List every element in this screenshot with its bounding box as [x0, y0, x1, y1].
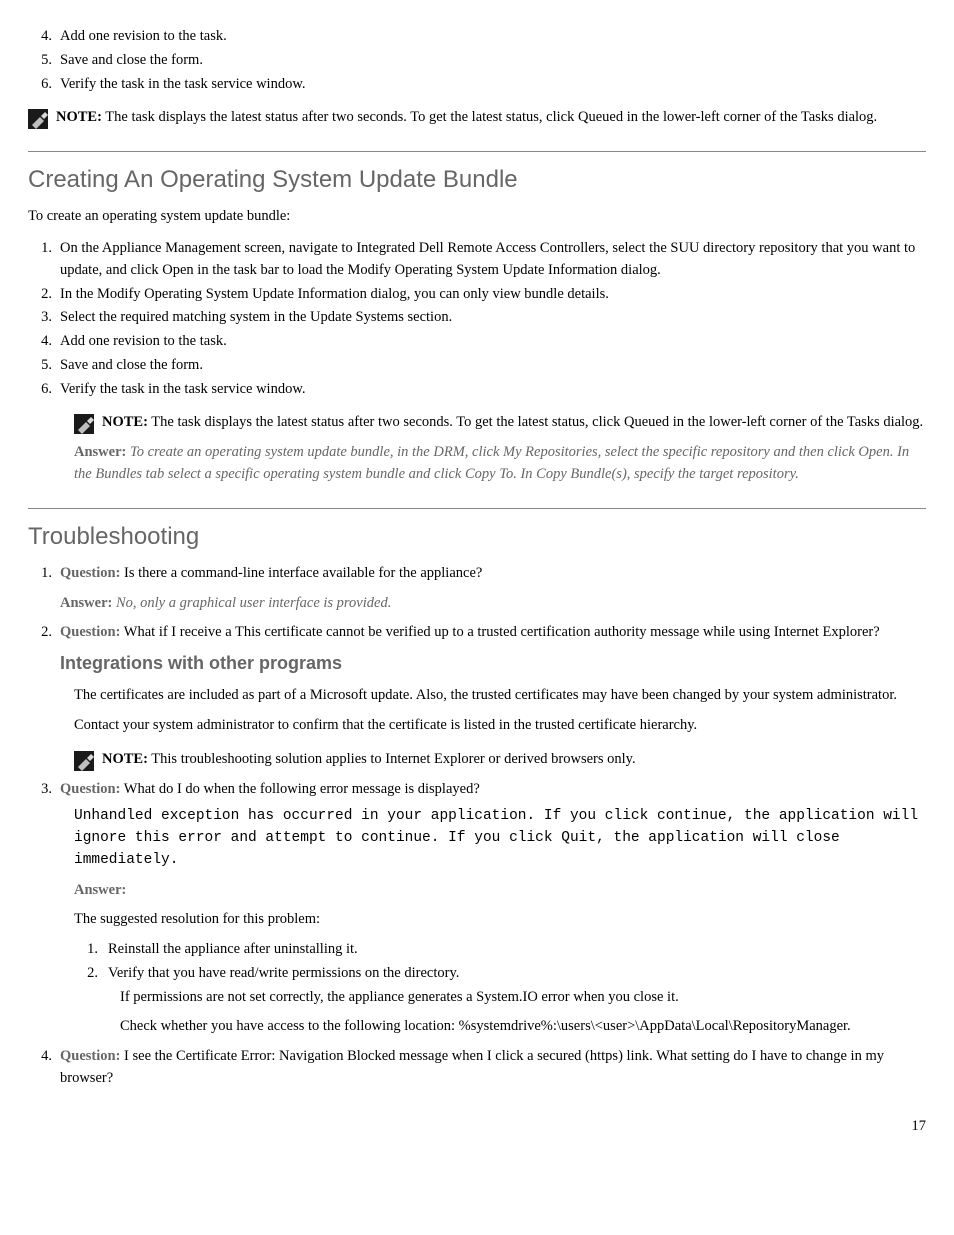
- note-icon: [74, 414, 94, 434]
- step-number: 5.: [28, 355, 60, 377]
- resolution-text: Verify that you have read/write permissi…: [108, 963, 926, 985]
- step-item: 6. Verify the task in the task service w…: [28, 379, 926, 401]
- resolution-number: 2.: [74, 963, 108, 985]
- step-text: On the Appliance Management screen, navi…: [60, 238, 926, 282]
- section-heading-troubleshooting: Troubleshooting: [28, 523, 926, 551]
- step-number: 4.: [28, 331, 60, 353]
- resolution-number: 1.: [74, 939, 108, 961]
- question-label: Question:: [60, 1048, 120, 1064]
- section-divider: [28, 151, 926, 152]
- section-divider: [28, 508, 926, 509]
- step-text: Save and close the form.: [60, 50, 926, 72]
- page-number: 17: [28, 1118, 926, 1135]
- note-text: NOTE: The task displays the latest statu…: [102, 412, 926, 434]
- note-body: The task displays the latest status afte…: [151, 414, 923, 430]
- note-block: NOTE: The task displays the latest statu…: [28, 107, 926, 129]
- step-text: Add one revision to the task.: [60, 331, 926, 353]
- answer-label: Answer:: [60, 595, 112, 611]
- step-item: 4. Add one revision to the task.: [28, 331, 926, 353]
- question-number: 3.: [28, 779, 60, 801]
- step-text: Verify the task in the task service wind…: [60, 74, 926, 96]
- question-item: 4. Question: I see the Certificate Error…: [28, 1046, 926, 1090]
- answer-paragraph: If permissions are not set correctly, th…: [120, 987, 926, 1009]
- step-number: 6.: [28, 379, 60, 401]
- note-text: NOTE: The task displays the latest statu…: [56, 107, 926, 129]
- note-label: NOTE:: [102, 751, 148, 767]
- section-intro: To create an operating system update bun…: [28, 206, 926, 228]
- question-item: 3. Question: What do I do when the follo…: [28, 779, 926, 801]
- question-text: Is there a command-line interface availa…: [124, 565, 482, 581]
- step-number: 3.: [28, 307, 60, 329]
- note-text: NOTE: This troubleshooting solution appl…: [102, 749, 926, 771]
- step-number: 5.: [28, 50, 60, 72]
- step-text: Select the required matching system in t…: [60, 307, 926, 329]
- question-item: 1. Question: Is there a command-line int…: [28, 563, 926, 615]
- answer-text: No, only a graphical user interface is p…: [116, 595, 391, 611]
- resolution-text: Reinstall the appliance after uninstalli…: [108, 939, 926, 961]
- step-item: 2. In the Modify Operating System Update…: [28, 284, 926, 306]
- answer-paragraph: Check whether you have access to the fol…: [120, 1016, 926, 1038]
- answer-paragraph: The certificates are included as part of…: [74, 685, 926, 707]
- note-icon: [28, 109, 48, 129]
- inline-heading: Integrations with other programs: [60, 650, 926, 677]
- note-block: NOTE: The task displays the latest statu…: [74, 412, 926, 434]
- question-item: 2. Question: What if I receive a This ce…: [28, 622, 926, 679]
- step-text: Verify the task in the task service wind…: [60, 379, 926, 401]
- step-text: Add one revision to the task.: [60, 26, 926, 48]
- step-item: 4. Add one revision to the task.: [28, 26, 926, 48]
- question-label: Question:: [60, 624, 120, 640]
- step-item: 5. Save and close the form.: [28, 355, 926, 377]
- answer-label: Answer:: [74, 444, 126, 460]
- answer-block: Answer: To create an operating system up…: [74, 442, 926, 486]
- question-text: What if I receive a This certificate can…: [124, 624, 880, 640]
- question-label: Question:: [60, 781, 120, 797]
- answer-paragraph: Contact your system administrator to con…: [74, 715, 926, 737]
- note-block: NOTE: This troubleshooting solution appl…: [74, 749, 926, 771]
- step-text: Save and close the form.: [60, 355, 926, 377]
- answer-label: Answer:: [74, 882, 126, 898]
- answer-intro: The suggested resolution for this proble…: [74, 909, 926, 931]
- section-heading-create-bundle: Creating An Operating System Update Bund…: [28, 166, 926, 194]
- question-label: Question:: [60, 565, 120, 581]
- step-number: 2.: [28, 284, 60, 306]
- note-body: This troubleshooting solution applies to…: [151, 751, 635, 767]
- step-item: 3. Select the required matching system i…: [28, 307, 926, 329]
- question-number: 4.: [28, 1046, 60, 1090]
- question-number: 2.: [28, 622, 60, 679]
- question-text: I see the Certificate Error: Navigation …: [60, 1048, 884, 1086]
- resolution-item: 2. Verify that you have read/write permi…: [74, 963, 926, 985]
- step-item: 5. Save and close the form.: [28, 50, 926, 72]
- answer-text: To create an operating system update bun…: [74, 444, 909, 482]
- step-item: 6. Verify the task in the task service w…: [28, 74, 926, 96]
- step-number: 6.: [28, 74, 60, 96]
- note-body: The task displays the latest status afte…: [105, 109, 877, 125]
- note-icon: [74, 751, 94, 771]
- question-text: What do I do when the following error me…: [124, 781, 480, 797]
- question-number: 1.: [28, 563, 60, 615]
- step-item: 1. On the Appliance Management screen, n…: [28, 238, 926, 282]
- note-label: NOTE:: [56, 109, 102, 125]
- step-text: In the Modify Operating System Update In…: [60, 284, 926, 306]
- error-message-code: Unhandled exception has occurred in your…: [74, 806, 926, 871]
- step-number: 4.: [28, 26, 60, 48]
- step-number: 1.: [28, 238, 60, 282]
- resolution-item: 1. Reinstall the appliance after uninsta…: [74, 939, 926, 961]
- note-label: NOTE:: [102, 414, 148, 430]
